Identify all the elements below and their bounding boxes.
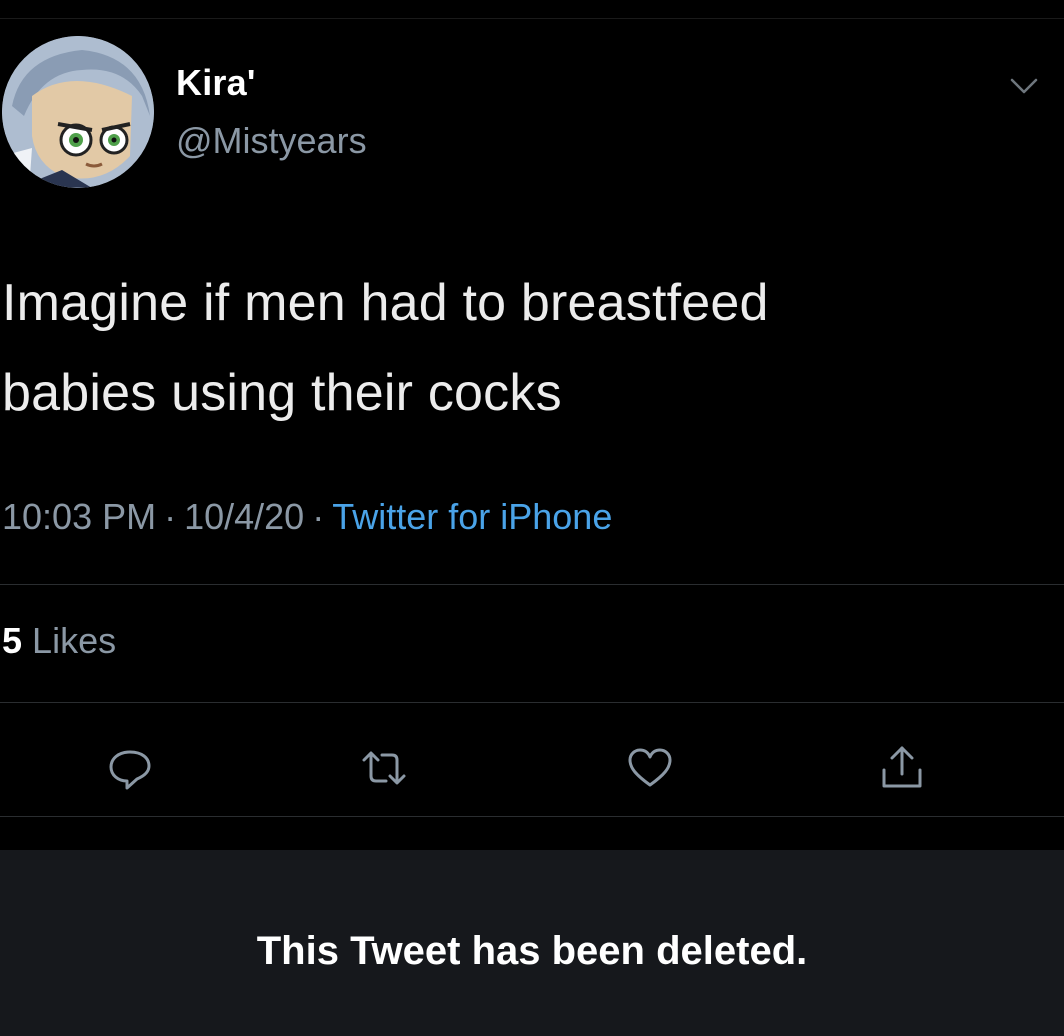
display-name[interactable]: Kira'	[176, 62, 256, 104]
avatar[interactable]	[2, 36, 154, 188]
more-options-chevron-icon[interactable]	[1004, 70, 1044, 100]
tweet-metadata: 10:03 PM · 10/4/20 · Twitter for iPhone	[2, 496, 612, 538]
reply-button[interactable]	[100, 740, 160, 796]
tweet-source-link[interactable]: Twitter for iPhone	[332, 496, 612, 537]
deleted-tweet-message: This Tweet has been deleted.	[256, 929, 808, 973]
user-handle[interactable]: @Mistyears	[176, 120, 367, 162]
top-edge	[0, 0, 1064, 19]
speech-bubble-icon	[109, 750, 151, 790]
meta-separator: ·	[312, 496, 325, 537]
tweet-time: 10:03 PM	[2, 496, 157, 537]
likes-count: 5	[2, 620, 23, 661]
divider	[0, 816, 1064, 817]
likes-summary[interactable]: 5 Likes	[2, 620, 116, 662]
share-button[interactable]	[872, 740, 932, 796]
avatar-cartoon-image	[2, 36, 154, 188]
divider	[0, 702, 1064, 703]
likes-label: Likes	[32, 620, 117, 661]
tweet-text-line: Imagine if men had to breastfeed	[2, 274, 769, 332]
heart-icon	[628, 748, 672, 787]
tweet-date: 10/4/20	[184, 496, 305, 537]
retweet-arrows-icon	[362, 751, 406, 785]
tweet-text-line: babies using their cocks	[2, 364, 562, 422]
meta-separator: ·	[164, 496, 177, 537]
tweet-text: Imagine if men had to breastfeed babies …	[2, 258, 1042, 438]
like-button[interactable]	[620, 740, 680, 796]
divider	[0, 584, 1064, 585]
retweet-button[interactable]	[354, 740, 414, 796]
share-upload-icon	[882, 746, 922, 788]
